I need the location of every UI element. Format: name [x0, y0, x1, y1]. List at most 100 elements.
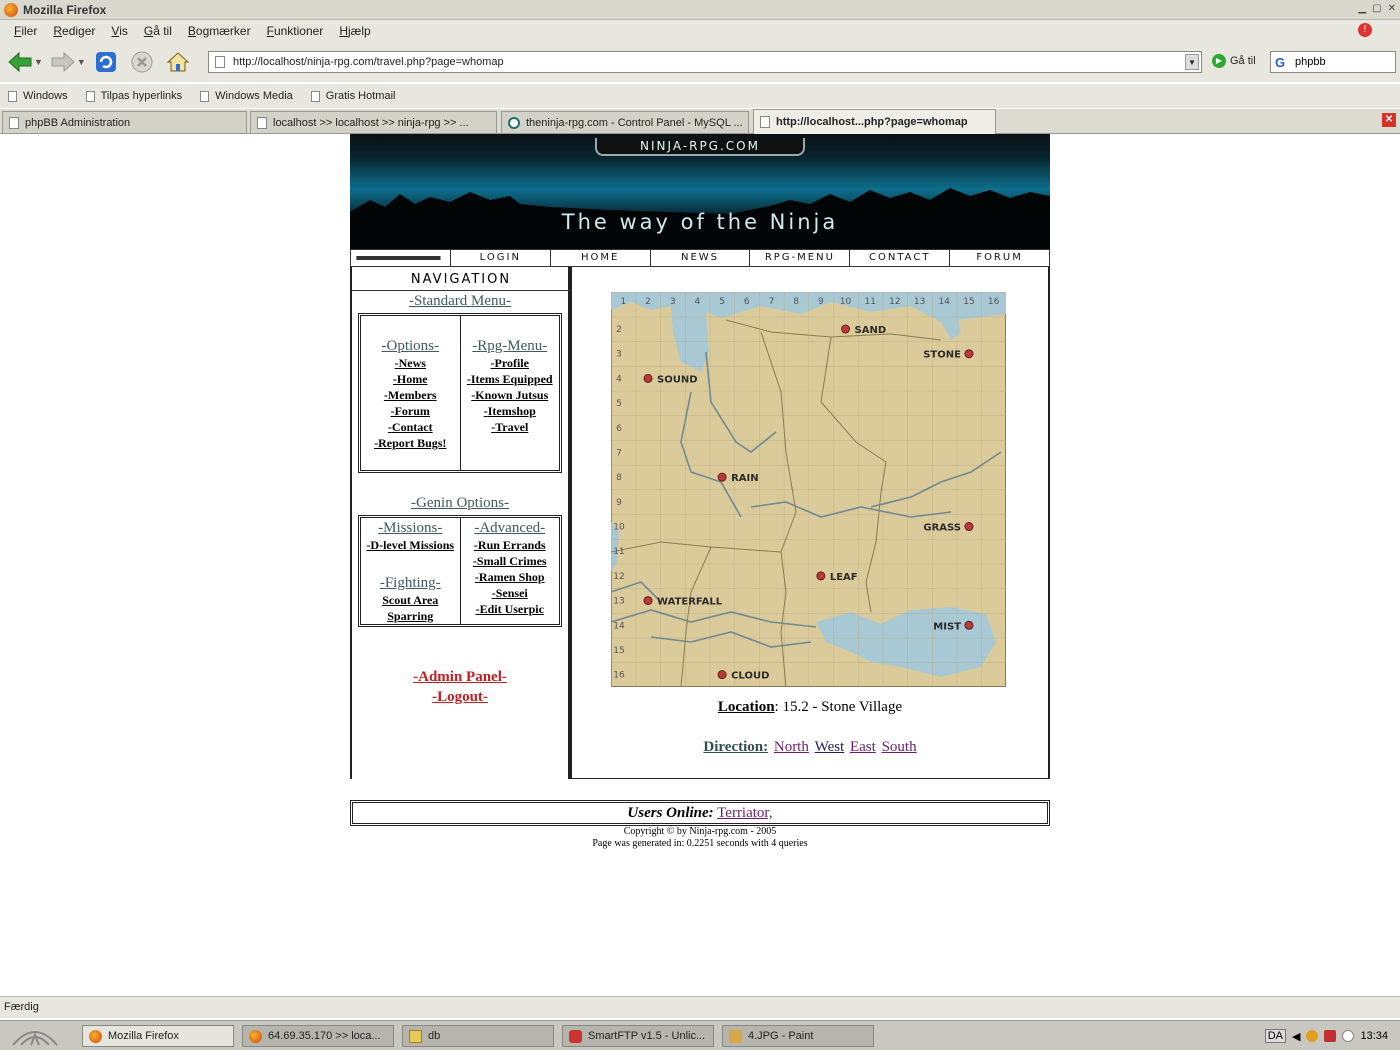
back-arrow-icon — [8, 51, 32, 73]
nav-link-contact[interactable]: -Contact — [361, 419, 460, 435]
language-indicator[interactable]: DA — [1264, 1029, 1286, 1043]
firefox-icon — [89, 1029, 102, 1043]
nav-link-sensei[interactable]: -Sensei — [461, 585, 560, 601]
taskbar-item-firefox-2[interactable]: 64.69.35.170 >> loca... — [242, 1025, 394, 1047]
nav-link-edit-userpic[interactable]: -Edit Userpic — [461, 601, 560, 617]
nav-link-forum[interactable]: -Forum — [361, 403, 460, 419]
menu-item[interactable]: Rediger — [45, 24, 103, 38]
map-column-label: 16 — [988, 297, 1000, 307]
google-icon[interactable]: G — [1275, 55, 1285, 70]
bookmark-item[interactable]: Windows Media — [200, 90, 293, 102]
generated-text: Page was generated in: 0.2251 seconds wi… — [592, 838, 808, 849]
advanced-column: -Advanced- -Run Errands -Small Crimes -R… — [459, 518, 560, 624]
menu-item[interactable]: Hjælp — [331, 24, 378, 38]
village-dot[interactable] — [841, 324, 851, 334]
start-button[interactable] — [4, 1023, 66, 1049]
update-alert-icon[interactable]: ! — [1358, 23, 1372, 37]
village-dot[interactable] — [643, 373, 653, 383]
address-bar[interactable]: http://localhost/ninja-rpg.com/travel.ph… — [208, 51, 1202, 73]
menu-item[interactable]: Filer — [6, 24, 45, 38]
nav-link-run-errands[interactable]: -Run Errands — [461, 537, 560, 553]
village-dot[interactable] — [643, 596, 653, 606]
nav-link-profile[interactable]: -Profile — [461, 355, 560, 371]
browser-tab[interactable]: theninja-rpg.com - Control Panel - MySQL… — [501, 111, 749, 133]
travel-content: 1 2 3 4 5 6 7 8 9 10 11 12 13 14 15 16 2 3 4 5 6 7 8 9 10 11 12 13 1… — [570, 267, 1050, 779]
map-row-label: 10 — [613, 523, 625, 533]
users-online-link[interactable]: Terriator, — [717, 805, 772, 821]
home-button[interactable] — [162, 46, 194, 78]
forward-button[interactable] — [47, 46, 79, 78]
stop-button[interactable] — [126, 46, 158, 78]
browser-tab[interactable]: localhost >> localhost >> ninja-rpg >> .… — [250, 111, 497, 133]
browser-tab[interactable]: phpBB Administration — [2, 111, 247, 133]
taskbar-item-smartftp[interactable]: SmartFTP v1.5 - Unlic... — [562, 1025, 714, 1047]
nav-link-home[interactable]: -Home — [361, 371, 460, 387]
direction-north-link[interactable]: North — [774, 739, 809, 755]
direction-south-link[interactable]: South — [882, 739, 917, 755]
taskbar-item-paint[interactable]: 4.JPG - Paint — [722, 1025, 874, 1047]
nav-link-ramen-shop[interactable]: -Ramen Shop — [461, 569, 560, 585]
topnav-login[interactable]: LOGIN — [449, 250, 550, 266]
menu-item[interactable]: Bogmærker — [180, 24, 259, 38]
page-icon — [9, 116, 19, 129]
missions-column: -Missions- -D-level Missions -Fighting- … — [361, 518, 460, 624]
taskbar-item-firefox[interactable]: Mozilla Firefox — [82, 1025, 234, 1047]
nav-link-news[interactable]: -News — [361, 355, 460, 371]
map-column-label: 3 — [670, 297, 676, 307]
direction-west-link[interactable]: West — [815, 739, 845, 755]
reload-button[interactable] — [90, 46, 122, 78]
nav-link-sparring[interactable]: Sparring — [361, 608, 460, 624]
network-icon[interactable] — [1306, 1030, 1319, 1042]
nav-link-itemshop[interactable]: -Itemshop — [461, 403, 560, 419]
security-shield-icon[interactable] — [1324, 1030, 1337, 1042]
search-input[interactable]: G phpbb — [1270, 51, 1396, 73]
nav-link-report-bugs[interactable]: -Report Bugs! — [361, 435, 460, 451]
back-button[interactable] — [4, 46, 36, 78]
village-label: MIST — [933, 621, 961, 632]
menu-item[interactable]: Funktioner — [259, 24, 332, 38]
nav-link-scout-area[interactable]: Scout Area — [361, 592, 460, 608]
menu-item[interactable]: Gå til — [136, 24, 180, 38]
address-dropdown-icon[interactable]: ▼ — [1185, 54, 1199, 70]
bookmark-item[interactable]: Tilpas hyperlinks — [85, 90, 182, 102]
village-dot[interactable] — [717, 472, 727, 482]
village-dot[interactable] — [964, 522, 974, 532]
nav-link-members[interactable]: -Members — [361, 387, 460, 403]
direction-east-link[interactable]: East — [850, 739, 876, 755]
nav-link-travel[interactable]: -Travel — [461, 419, 560, 435]
village-dot[interactable] — [816, 571, 826, 581]
map-row-label: 7 — [616, 448, 622, 458]
nav-link-items-equipped[interactable]: -Items Equipped — [461, 371, 560, 387]
bookmark-item[interactable]: Gratis Hotmail — [310, 90, 395, 102]
bookmark-item[interactable]: Windows — [8, 90, 68, 102]
topnav-home[interactable]: HOME — [549, 250, 650, 266]
menu-item[interactable]: Vis — [103, 24, 135, 38]
nav-link-known-jutsus[interactable]: -Known Jutsus — [461, 387, 560, 403]
close-tab-icon[interactable]: ✕ — [1382, 113, 1396, 127]
village-dot[interactable] — [964, 349, 974, 359]
nav-link-small-crimes[interactable]: -Small Crimes — [461, 553, 560, 569]
browser-tab-active[interactable]: http://localhost...php?page=whomap — [753, 109, 996, 134]
tray-arrow-icon[interactable]: ◀ — [1292, 1030, 1300, 1043]
nav-link-d-level-missions[interactable]: -D-level Missions — [361, 537, 460, 553]
site-logo[interactable]: NINJA-RPG.COM — [595, 138, 805, 156]
back-history-dropdown[interactable]: ▼ — [34, 57, 43, 67]
topnav-forum[interactable]: FORUM — [949, 250, 1049, 266]
minimize-icon[interactable]: ▁ — [1358, 3, 1366, 14]
taskbar-item-db-folder[interactable]: db — [402, 1025, 554, 1047]
forward-history-dropdown[interactable]: ▼ — [77, 57, 86, 67]
messenger-icon[interactable] — [1342, 1030, 1355, 1042]
village-dot[interactable] — [717, 670, 727, 680]
topnav-news[interactable]: NEWS — [649, 250, 750, 266]
village-dot[interactable] — [964, 620, 974, 630]
topnav-rpg-menu[interactable]: RPG-MENU — [749, 250, 849, 266]
world-map[interactable]: 1 2 3 4 5 6 7 8 9 10 11 12 13 14 15 1623456789101112131… — [611, 292, 1006, 687]
map-column-label: 13 — [914, 297, 925, 307]
logout-link[interactable]: -Logout- — [352, 689, 568, 706]
menubar: Filer Rediger Vis Gå til Bogmærker Funkt… — [0, 20, 1400, 42]
maximize-icon[interactable]: ▢ — [1372, 3, 1381, 14]
topnav-contact[interactable]: CONTACT — [849, 250, 949, 266]
close-icon[interactable]: ✕ — [1388, 3, 1396, 14]
go-button[interactable]: ▶ Gå til — [1212, 54, 1256, 68]
admin-panel-link[interactable]: -Admin Panel- — [352, 669, 568, 686]
